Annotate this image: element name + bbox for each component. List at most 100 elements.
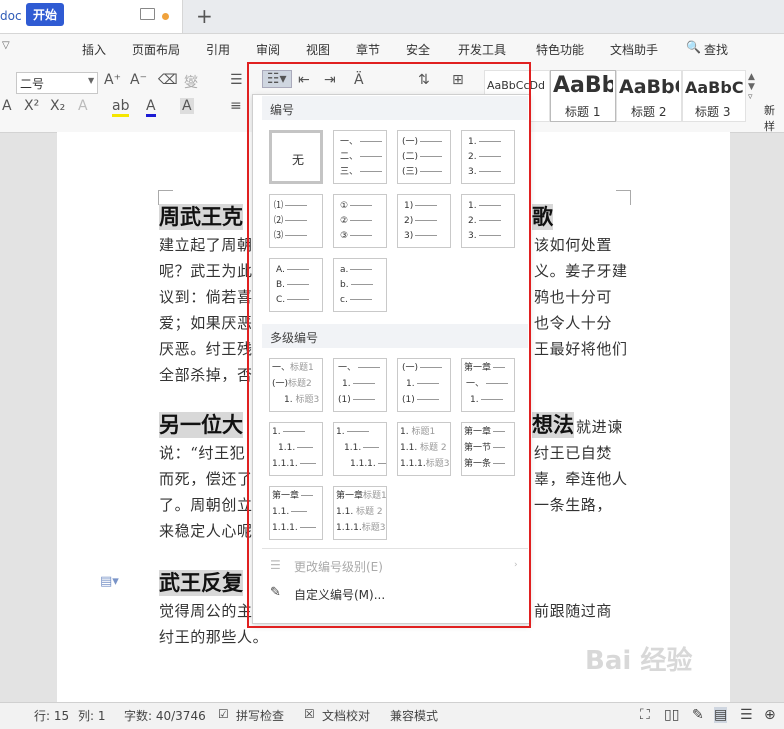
doc-line: 来稳定人心呢	[159, 522, 253, 540]
multilevel-option[interactable]: 第一章 第一节 第一条	[461, 422, 515, 476]
numbering-none[interactable]: 无	[269, 130, 323, 184]
new-style-label[interactable]: 新样	[764, 102, 784, 134]
pen-icon[interactable]: ✎	[692, 707, 704, 723]
highlight-icon[interactable]: ab	[112, 98, 130, 117]
multilevel-option[interactable]: 1. 标题1 1.1. 标题 2 1.1.1.标题3	[397, 422, 451, 476]
monitor-icon[interactable]	[140, 8, 155, 20]
menu-security[interactable]: 安全	[406, 41, 430, 58]
doc-heading-1: 周武王克	[159, 204, 243, 230]
style-heading1-sample: AaBb	[553, 73, 613, 98]
numbering-upper-alpha[interactable]: A. B. C.	[269, 258, 323, 312]
style-heading2[interactable]: AaBbC 标题 2	[616, 70, 682, 122]
numbering-button[interactable]: ☷▾	[262, 70, 292, 88]
multilevel-option[interactable]: 第一章 1.1. 1.1.1.	[269, 486, 323, 540]
multilevel-option[interactable]: 一、 1. (1)	[333, 358, 387, 412]
superscript-icon[interactable]: X²	[24, 98, 39, 114]
doc-line: 鸦也十分可	[534, 288, 613, 306]
doc-line: 前跟随过商	[534, 602, 613, 620]
doc-line: 辜，牵连他人	[534, 470, 628, 488]
multilevel-option[interactable]: 第一章 一、 1.	[461, 358, 515, 412]
menu-references[interactable]: 引用	[206, 41, 230, 58]
numbering-chinese-paren[interactable]: (一) (二) (三)	[397, 130, 451, 184]
style-heading1[interactable]: AaBb 标题 1	[550, 70, 616, 122]
style-heading3[interactable]: AaBbCc 标题 3	[682, 70, 746, 122]
menu-features[interactable]: 特色功能	[536, 41, 584, 58]
spellcheck-button[interactable]: 拼写检查	[236, 707, 284, 724]
numbering-chinese[interactable]: 一、 二、 三、	[333, 130, 387, 184]
doc-heading-1-tail: 歌	[532, 204, 553, 230]
style-heading3-sample: AaBbCc	[685, 78, 743, 97]
doc-line: 爱；如果厌恶	[159, 314, 253, 332]
status-row: 行: 15	[34, 709, 70, 723]
multilevel-option[interactable]: 一、标题1 (一)标题2 1. 标题3	[269, 358, 323, 412]
char-shading-icon[interactable]: A	[180, 98, 194, 114]
doc-line: 王最好将他们	[534, 340, 628, 358]
menu-insert[interactable]: 插入	[82, 41, 106, 58]
numbering-section-header: 编号	[262, 96, 528, 120]
styles-scroll-icon[interactable]: ▲ ▼ ▿	[748, 72, 755, 102]
decrease-indent-icon[interactable]: ⇤	[298, 72, 310, 88]
doc-heading-2: 另一位大	[159, 412, 243, 438]
text-direction-icon[interactable]: Ä	[354, 72, 364, 88]
menu-developer[interactable]: 开发工具	[458, 41, 506, 58]
page-view-icon[interactable]: ▤	[714, 707, 728, 723]
multilevel-option[interactable]: 第一章标题1 1.1. 标题 2 1.1.1.标题3	[333, 486, 387, 540]
align-left-icon[interactable]: ≡	[230, 98, 242, 114]
menu-doc-assistant[interactable]: 文档助手	[610, 41, 658, 58]
status-word-count[interactable]: 字数: 40/3746	[124, 707, 206, 724]
search-icon[interactable]: 🔍	[686, 40, 701, 54]
shrink-font-icon[interactable]: A⁻	[130, 72, 147, 88]
strikethrough-icon[interactable]: A	[2, 98, 12, 114]
proofread-button[interactable]: 文档校对	[322, 707, 370, 724]
font-size-value: 二号	[20, 77, 45, 91]
pencil-icon[interactable]: ✎	[270, 585, 281, 600]
multilevel-option[interactable]: 1. 1.1. 1.1.1.	[269, 422, 323, 476]
numbering-decimal-dot-alt[interactable]: 1. 2. 3.	[461, 194, 515, 248]
phonetic-icon[interactable]: 燮	[184, 72, 198, 92]
proofread-icon: ☒	[304, 707, 315, 721]
multilevel-option[interactable]: 1. 1.1. 1.1.1.	[333, 422, 387, 476]
doc-line: 纣王已自焚	[534, 444, 613, 462]
numbering-decimal-paren[interactable]: 1) 2) 3)	[397, 194, 451, 248]
multilevel-option[interactable]: (一) 1. (1)	[397, 358, 451, 412]
text-effect-icon[interactable]: A	[78, 98, 88, 114]
menu-start[interactable]: 开始	[26, 3, 65, 26]
style-normal-sample: AaBbCcDd	[487, 79, 545, 92]
menu-find[interactable]: 查找	[704, 41, 728, 58]
doc-heading-3: 武王反复	[159, 570, 243, 596]
paragraph-handle-icon[interactable]: ▤▾	[100, 574, 119, 589]
font-color-icon[interactable]: A	[146, 98, 156, 117]
menu-review[interactable]: 审阅	[256, 41, 280, 58]
menu-chapter[interactable]: 章节	[356, 41, 380, 58]
doc-line: 纣王的那些人。	[159, 628, 269, 646]
table-icon[interactable]: ⊞	[452, 72, 464, 88]
font-size-dropdown-icon[interactable]: ▼	[88, 76, 94, 85]
line-spacing-icon[interactable]: ⇅	[418, 72, 430, 88]
clear-format-icon[interactable]: ⌫	[158, 72, 178, 88]
grow-font-icon[interactable]: A⁺	[104, 72, 121, 88]
numbering-paren-decimal[interactable]: ⑴⑵⑶	[269, 194, 323, 248]
increase-indent-icon[interactable]: ⇥	[324, 72, 336, 88]
menu-view[interactable]: 视图	[306, 41, 330, 58]
bullet-list-icon[interactable]: ☰	[230, 72, 243, 88]
subscript-icon[interactable]: X₂	[50, 98, 65, 114]
numbering-section-title: 编号	[270, 103, 295, 117]
web-view-icon[interactable]: ⊕	[764, 707, 776, 723]
doc-line: 呢？武王为此	[159, 262, 253, 280]
menu-chevron-icon[interactable]: ▽	[2, 40, 10, 51]
reading-mode-icon[interactable]: ▯▯	[664, 707, 679, 723]
custom-numbering-item[interactable]: 自定义编号(M)...	[294, 586, 385, 603]
numbering-circled[interactable]: ①②③	[333, 194, 387, 248]
document-tab-title: doc	[0, 9, 22, 23]
outline-view-icon[interactable]: ☰	[740, 707, 753, 723]
fullscreen-icon[interactable]: ⛶	[640, 707, 650, 723]
doc-line: 觉得周公的主	[159, 602, 253, 620]
style-heading2-label: 标题 2	[631, 105, 667, 119]
new-tab-plus-icon[interactable]: +	[196, 4, 213, 28]
unsaved-dot-icon	[162, 13, 169, 20]
compat-mode: 兼容模式	[390, 709, 439, 723]
numbering-decimal-dot[interactable]: 1. 2. 3.	[461, 130, 515, 184]
menu-page-layout[interactable]: 页面布局	[132, 41, 180, 58]
numbering-lower-alpha[interactable]: a. b. c.	[333, 258, 387, 312]
doc-line: 议到：倘若喜	[159, 288, 253, 306]
